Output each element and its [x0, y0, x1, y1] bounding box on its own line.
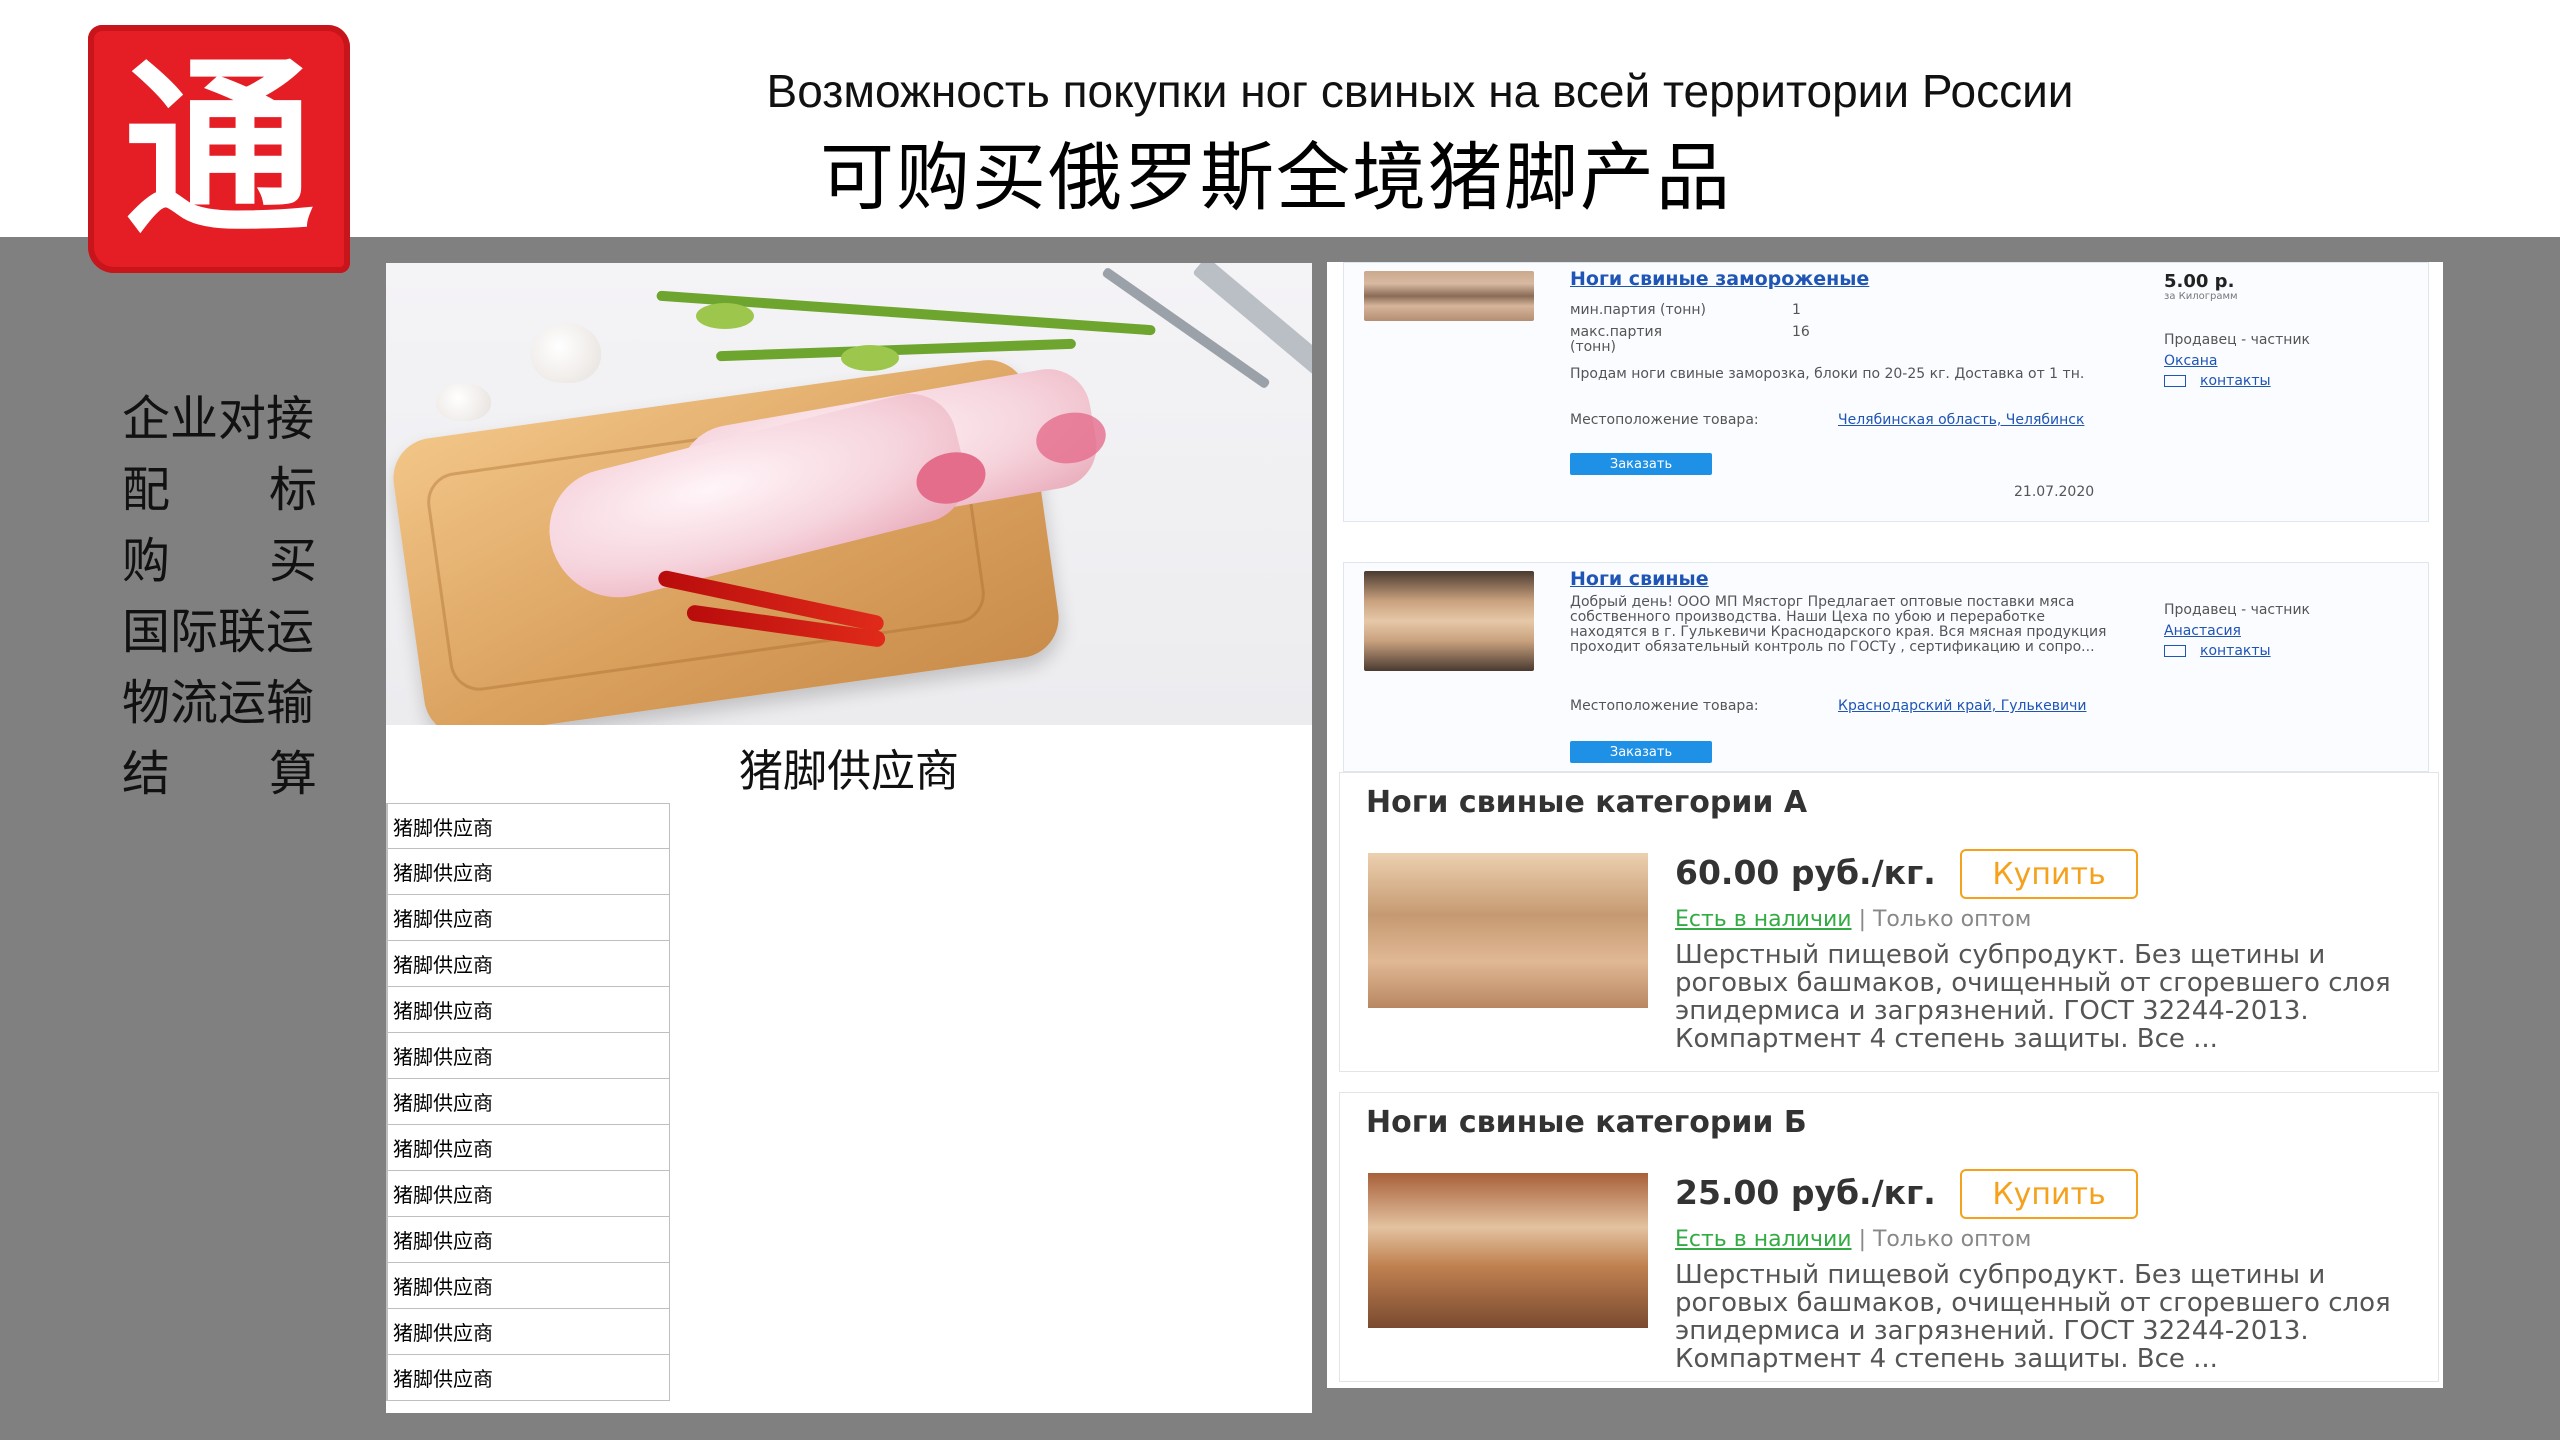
- listing-description: Добрый день! ООО МП Мясторг Предлагает о…: [1570, 594, 2107, 655]
- product-card-price: 25.00 руб./кг.: [1675, 1173, 1936, 1212]
- product-card-description: Шерстный пищевой субпродукт. Без щетины …: [1675, 1260, 2391, 1374]
- side-menu-label-part: 算: [268, 745, 317, 802]
- supplier-row[interactable]: 猪脚供应商: [387, 941, 670, 987]
- buy-button[interactable]: Купить: [1960, 1169, 2138, 1219]
- listing-description: Продам ноги свиные заморозка, блоки по 2…: [1570, 366, 2085, 382]
- page-title-russian: Возможность покупки ног свиных на всей т…: [766, 65, 2074, 117]
- supplier-row[interactable]: 猪脚供应商: [387, 1217, 670, 1263]
- in-stock-link[interactable]: Есть в наличии: [1675, 907, 1852, 932]
- mail-icon: [2164, 375, 2186, 387]
- product-card: Ноги свиные категории А 60.00 руб./кг. К…: [1339, 772, 2439, 1072]
- side-menu-item-intermodal[interactable]: 国际联运: [122, 591, 317, 662]
- scallion-bulb-shape: [841, 345, 899, 371]
- supplier-row[interactable]: 猪脚供应商: [387, 1171, 670, 1217]
- product-card-price: 60.00 руб./кг.: [1675, 853, 1936, 892]
- side-menu-label-part: 结: [122, 745, 171, 802]
- logo-seal: 通: [88, 25, 350, 273]
- in-stock-link[interactable]: Есть в наличии: [1675, 1227, 1852, 1252]
- product-photo: [386, 263, 1312, 725]
- side-menu-label-part: 标: [268, 461, 317, 518]
- supplier-row[interactable]: 猪脚供应商: [387, 1309, 670, 1355]
- mail-icon: [2164, 645, 2186, 657]
- order-button[interactable]: Заказать: [1570, 741, 1712, 763]
- product-card-title: Ноги свиные категории А: [1366, 785, 1808, 820]
- wholesale-note: | Только оптом: [1858, 907, 2032, 932]
- side-menu-label-part: 买: [268, 532, 317, 589]
- product-card: Ноги свиные категории Б 25.00 руб./кг. К…: [1339, 1092, 2439, 1382]
- buy-button[interactable]: Купить: [1960, 849, 2138, 899]
- supplier-row[interactable]: 猪脚供应商: [387, 987, 670, 1033]
- product-card-image[interactable]: [1368, 1173, 1648, 1328]
- listing-thumbnail[interactable]: [1364, 571, 1534, 671]
- contacts-label: контакты: [2200, 643, 2271, 659]
- side-menu-item-matching[interactable]: 配 标: [122, 449, 317, 520]
- side-menu-item-purchase[interactable]: 购 买: [122, 520, 317, 591]
- supplier-row[interactable]: 猪脚供应商: [387, 849, 670, 895]
- contacts-link[interactable]: контакты: [2164, 373, 2271, 389]
- supplier-row[interactable]: 猪脚供应商: [387, 1355, 670, 1401]
- scallion-bulb-shape: [696, 303, 754, 329]
- side-menu-label-part: 配: [122, 461, 171, 518]
- supplier-row[interactable]: 猪脚供应商: [387, 1079, 670, 1125]
- contacts-link[interactable]: контакты: [2164, 643, 2271, 659]
- contacts-label: контакты: [2200, 373, 2271, 389]
- product-card-image[interactable]: [1368, 853, 1648, 1008]
- min-lot-label: мин.партия (тонн): [1570, 302, 1706, 318]
- side-menu-label-part: 购: [122, 532, 171, 589]
- page-title-chinese: 可购买俄罗斯全境猪脚产品: [820, 135, 1732, 221]
- side-menu-item-logistics[interactable]: 物流运输: [122, 662, 317, 733]
- listing-title-link[interactable]: Ноги свиные замороженые: [1570, 268, 1869, 290]
- supplier-list: 猪脚供应商 猪脚供应商 猪脚供应商 猪脚供应商 猪脚供应商 猪脚供应商 猪脚供应…: [386, 803, 670, 1401]
- stock-status: Есть в наличии | Только оптом: [1675, 907, 2031, 932]
- wholesale-note: | Только оптом: [1858, 1227, 2032, 1252]
- supplier-row[interactable]: 猪脚供应商: [387, 803, 670, 849]
- order-button[interactable]: Заказать: [1570, 453, 1712, 475]
- listing-date: 21.07.2020: [2014, 484, 2095, 500]
- min-lot-value: 1: [1792, 302, 1801, 318]
- garlic-shape: [531, 323, 601, 383]
- location-link[interactable]: Краснодарский край, Гулькевичи: [1570, 699, 2130, 714]
- max-lot-value: 16: [1792, 324, 1810, 340]
- supplier-row[interactable]: 猪脚供应商: [387, 1033, 670, 1079]
- side-menu-item-enterprise[interactable]: 企业对接: [122, 378, 317, 449]
- listing-price: 5.00 р.: [2164, 271, 2235, 292]
- product-card-description: Шерстный пищевой субпродукт. Без щетины …: [1675, 940, 2391, 1054]
- seller-link[interactable]: Оксана: [2164, 353, 2217, 369]
- seller-label: Продавец - частник: [2164, 332, 2310, 348]
- listings-panel: Ноги свиные замороженые 5.00 р. за Килог…: [1327, 262, 2443, 1388]
- listing-thumbnail[interactable]: [1364, 271, 1534, 321]
- supplier-panel: 猪脚供应商 猪脚供应商 猪脚供应商 猪脚供应商 猪脚供应商 猪脚供应商 猪脚供应…: [386, 263, 1312, 1413]
- listing-title-link[interactable]: Ноги свиные: [1570, 568, 1709, 590]
- logo-glyph: 通: [123, 37, 314, 260]
- seller-label: Продавец - частник: [2164, 602, 2310, 618]
- side-menu-label: 物流运输: [122, 674, 315, 731]
- garlic-shape: [436, 383, 491, 421]
- side-menu-item-settlement[interactable]: 结 算: [122, 733, 317, 804]
- max-lot-label: макс.партия (тонн): [1570, 324, 1663, 355]
- supplier-row[interactable]: 猪脚供应商: [387, 1263, 670, 1309]
- listing-card: Ноги свиные Добрый день! ООО МП Мясторг …: [1343, 562, 2429, 772]
- seller-link[interactable]: Анастасия: [2164, 623, 2241, 639]
- header: 通 Возможность покупки ног свиных на всей…: [0, 0, 2560, 273]
- stock-status: Есть в наличии | Только оптом: [1675, 1227, 2031, 1252]
- product-card-title: Ноги свиные категории Б: [1366, 1105, 1807, 1140]
- supplier-row[interactable]: 猪脚供应商: [387, 895, 670, 941]
- side-menu-label: 企业对接: [122, 390, 315, 447]
- supplier-row[interactable]: 猪脚供应商: [387, 1125, 670, 1171]
- side-menu-label: 国际联运: [122, 603, 315, 660]
- side-menu: 企业对接 配 标 购 买 国际联运 物流运输 结 算: [122, 378, 317, 804]
- supplier-caption: 猪脚供应商: [739, 746, 959, 797]
- listing-card: Ноги свиные замороженые 5.00 р. за Килог…: [1343, 262, 2429, 522]
- location-link[interactable]: Челябинская область, Челябинск: [1570, 413, 2130, 428]
- listing-unit: за Килограмм: [2164, 291, 2238, 302]
